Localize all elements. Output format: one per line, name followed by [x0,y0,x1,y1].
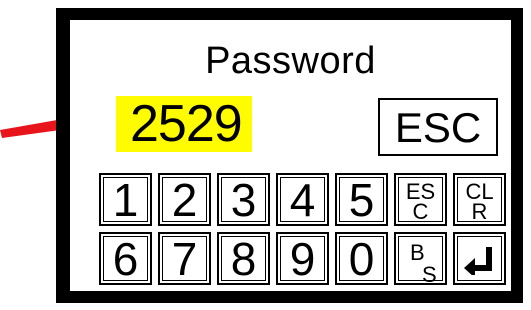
key-1[interactable]: 1 [99,173,152,226]
key-0[interactable]: 0 [335,232,388,285]
key-9[interactable]: 9 [276,232,329,285]
key-6[interactable]: 6 [99,232,152,285]
key-8[interactable]: 8 [217,232,270,285]
enter-return-icon [464,247,492,275]
device-display-frame: Password 2529 ESC 1 2 3 4 5 ES C CL R 6 … [56,8,523,303]
key-esc-label-line2: C [412,198,429,224]
key-bs-label-line2: S [422,262,437,287]
password-value-field[interactable]: 2529 [116,96,252,152]
esc-button[interactable]: ESC [378,98,498,156]
key-enter[interactable] [453,232,506,285]
key-clr[interactable]: CL R [453,173,506,226]
dialog-title: Password [205,40,376,82]
key-4[interactable]: 4 [276,173,329,226]
key-clr-label-line2: R [471,198,488,224]
key-esc[interactable]: ES C [394,173,447,226]
key-5[interactable]: 5 [335,173,388,226]
key-7[interactable]: 7 [158,232,211,285]
password-dialog: Password 2529 ESC 1 2 3 4 5 ES C CL R 6 … [70,20,511,291]
key-3[interactable]: 3 [217,173,270,226]
key-backspace[interactable]: B S [394,232,447,287]
key-2[interactable]: 2 [158,173,211,226]
